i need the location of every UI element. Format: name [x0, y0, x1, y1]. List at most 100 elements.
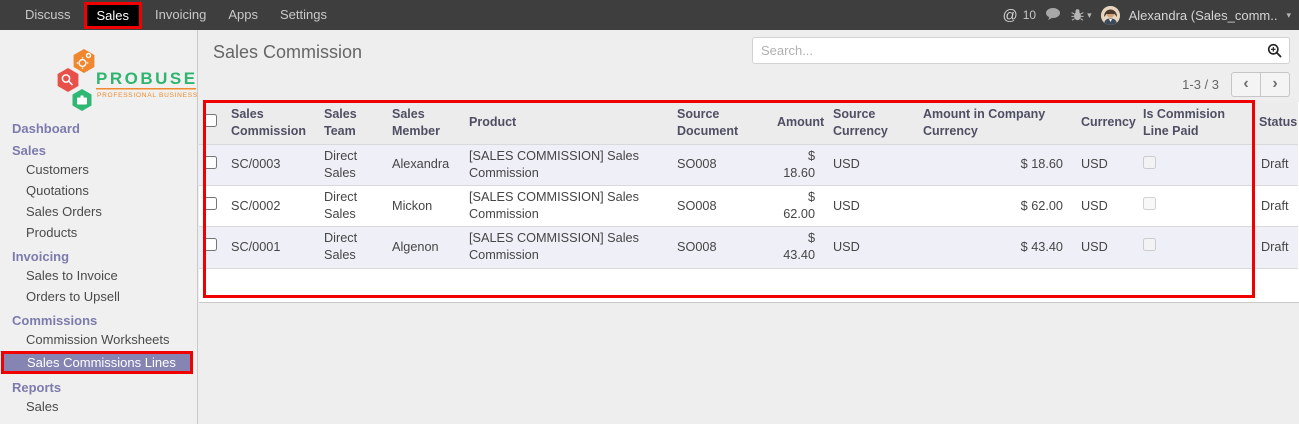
cell-amount-company: $ 62.00 [915, 186, 1073, 227]
logo-title: PROBUSE [96, 69, 198, 88]
cell-source-currency: USD [825, 186, 915, 227]
cell-status: Draft [1253, 144, 1298, 185]
sidebar-item-reports[interactable]: Reports [0, 379, 197, 396]
sidebar-item-sales-to-invoice[interactable]: Sales to Invoice [0, 265, 197, 286]
select-all-checkbox[interactable] [204, 114, 217, 127]
pager-range: 1-3 / 3 [1182, 77, 1219, 92]
search-input[interactable] [753, 38, 1243, 63]
page-title: Sales Commission [213, 42, 362, 63]
probuse-logo: PROBUSE PROFESSIONAL BUSINESS [0, 30, 197, 116]
sidebar-item-sales[interactable]: Sales [0, 142, 197, 159]
paid-checkbox[interactable] [1143, 156, 1156, 169]
col-sales-team[interactable]: Sales Team [316, 102, 384, 144]
col-source-currency[interactable]: Source Currency [825, 102, 915, 144]
cell-member: Alexandra [384, 144, 461, 185]
cell-source-document: SO008 [669, 227, 769, 268]
cell-product: [SALES COMMISSION] Sales Commission [461, 227, 669, 268]
pager-next-button[interactable]: › [1260, 72, 1290, 97]
cell-source-currency: USD [825, 144, 915, 185]
col-product[interactable]: Product [461, 102, 669, 144]
logo-hexagon-orange [74, 49, 95, 73]
table-row[interactable]: SC/0001 Direct Sales Algenon [SALES COMM… [199, 227, 1298, 268]
cell-status: Draft [1253, 186, 1298, 227]
row-checkbox[interactable] [204, 197, 217, 210]
cell-amount: $ 43.40 [769, 227, 825, 268]
empty-row [199, 268, 1298, 296]
table-header-row: Sales Commission Sales Team Sales Member… [199, 102, 1298, 144]
messages-icon[interactable] [1045, 7, 1062, 24]
commission-list: Sales Commission Sales Team Sales Member… [199, 102, 1299, 303]
logo-hexagon-red [58, 68, 79, 92]
user-caret-icon: ▾ [1286, 10, 1291, 21]
sidebar-item-orders-to-upsell[interactable]: Orders to Upsell [0, 286, 197, 307]
cell-source-document: SO008 [669, 186, 769, 227]
col-amount-company-currency[interactable]: Amount in Company Currency [915, 102, 1073, 144]
table-row[interactable]: SC/0003 Direct Sales Alexandra [SALES CO… [199, 144, 1298, 185]
col-currency[interactable]: Currency [1073, 102, 1135, 144]
cell-amount: $ 18.60 [769, 144, 825, 185]
cell-name: SC/0002 [223, 186, 316, 227]
debug-bug-icon[interactable]: ▾ [1071, 8, 1092, 22]
pager-prev-button[interactable]: ‹ [1231, 72, 1261, 97]
col-source-document[interactable]: Source Document [669, 102, 769, 144]
cell-currency: USD [1073, 186, 1135, 227]
cell-name: SC/0003 [223, 144, 316, 185]
cell-amount-company: $ 18.60 [915, 144, 1073, 185]
cell-status: Draft [1253, 227, 1298, 268]
menu-invoicing[interactable]: Invoicing [144, 0, 217, 30]
cell-source-document: SO008 [669, 144, 769, 185]
logo-subtitle: PROFESSIONAL BUSINESS [97, 92, 198, 99]
menu-settings[interactable]: Settings [269, 0, 338, 30]
col-status[interactable]: Status [1253, 102, 1298, 144]
paid-checkbox[interactable] [1143, 197, 1156, 210]
col-sales-commission[interactable]: Sales Commission [223, 102, 316, 144]
topbar-menu: Discuss Sales Invoicing Apps Settings [14, 0, 338, 30]
sidebar-item-invoicing[interactable]: Invoicing [0, 248, 197, 265]
cell-team: Direct Sales [316, 186, 384, 227]
table-row[interactable]: SC/0002 Direct Sales Mickon [SALES COMMI… [199, 186, 1298, 227]
sidebar-item-quotations[interactable]: Quotations [0, 180, 197, 201]
row-checkbox[interactable] [204, 238, 217, 251]
cell-currency: USD [1073, 144, 1135, 185]
cell-amount: $ 62.00 [769, 186, 825, 227]
search-icon[interactable] [1267, 43, 1283, 62]
sidebar-item-customers[interactable]: Customers [0, 159, 197, 180]
topbar: Discuss Sales Invoicing Apps Settings @ … [0, 0, 1299, 30]
sidebar-item-commissions[interactable]: Commissions [0, 312, 197, 329]
cell-member: Algenon [384, 227, 461, 268]
activities-icon[interactable]: @ [1003, 7, 1018, 24]
menu-apps[interactable]: Apps [217, 0, 269, 30]
col-sales-member[interactable]: Sales Member [384, 102, 461, 144]
cell-product: [SALES COMMISSION] Sales Commission [461, 144, 669, 185]
search-box [752, 37, 1290, 64]
user-menu[interactable]: Alexandra (Sales_comm.. [1129, 8, 1278, 23]
paid-checkbox[interactable] [1143, 238, 1156, 251]
cell-amount-company: $ 43.40 [915, 227, 1073, 268]
sidebar-item-sales-orders[interactable]: Sales Orders [0, 201, 197, 222]
cell-currency: USD [1073, 227, 1135, 268]
cell-name: SC/0001 [223, 227, 316, 268]
commission-table: Sales Commission Sales Team Sales Member… [199, 102, 1298, 296]
col-is-commision-line-paid[interactable]: Is Commision Line Paid [1135, 102, 1253, 144]
cell-source-currency: USD [825, 227, 915, 268]
cell-product: [SALES COMMISSION] Sales Commission [461, 186, 669, 227]
sidebar-item-reports-sales[interactable]: Sales [0, 396, 197, 417]
avatar[interactable] [1101, 6, 1120, 25]
menu-discuss[interactable]: Discuss [14, 0, 82, 30]
sidebar-item-products[interactable]: Products [0, 222, 197, 243]
sidebar-item-dashboard[interactable]: Dashboard [0, 120, 197, 137]
notification-count: 10 [1023, 8, 1036, 22]
debug-caret-icon: ▾ [1087, 10, 1092, 21]
sidebar-item-sales-commissions-lines[interactable]: Sales Commissions Lines [1, 351, 193, 374]
row-checkbox[interactable] [204, 156, 217, 169]
cell-member: Mickon [384, 186, 461, 227]
main-content: Sales Commission 1-3 / 3 ‹ › [199, 30, 1299, 424]
sidebar-item-commission-worksheets[interactable]: Commission Worksheets [0, 329, 197, 350]
col-amount[interactable]: Amount [769, 102, 825, 144]
cell-team: Direct Sales [316, 227, 384, 268]
sidebar: PROBUSE PROFESSIONAL BUSINESS Dashboard … [0, 30, 198, 424]
sidebar-nav: Dashboard Sales Customers Quotations Sal… [0, 116, 197, 417]
pager: 1-3 / 3 ‹ › [1182, 72, 1290, 97]
menu-sales[interactable]: Sales [84, 2, 143, 29]
cell-team: Direct Sales [316, 144, 384, 185]
